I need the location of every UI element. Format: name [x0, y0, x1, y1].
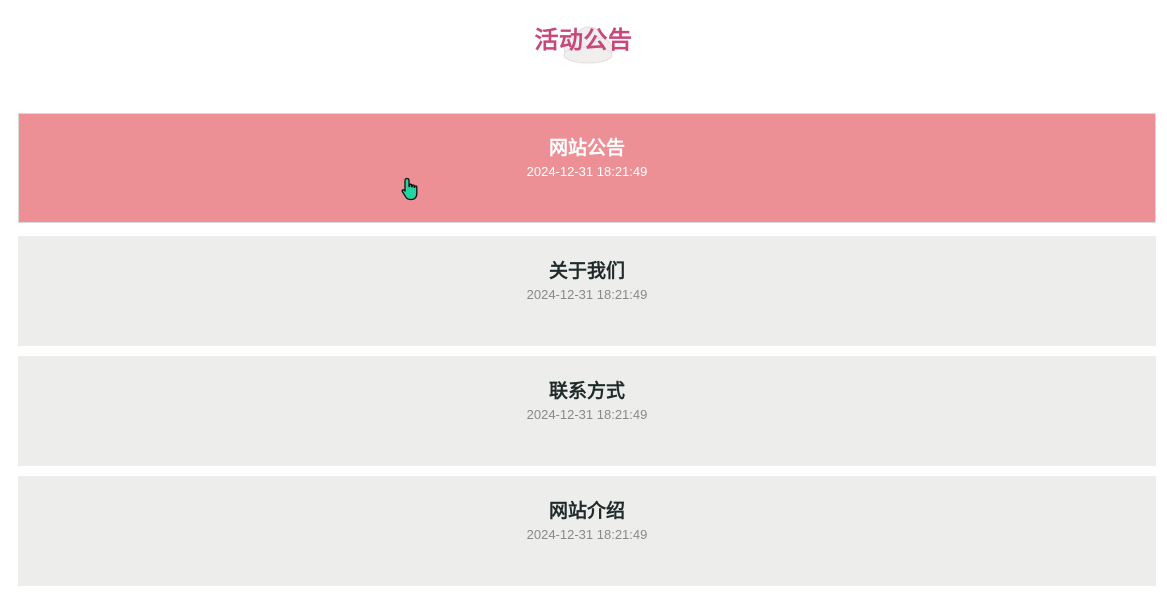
notice-item[interactable]: 网站介绍 2024-12-31 18:21:49 — [18, 476, 1156, 586]
notice-item[interactable]: 网站公告 2024-12-31 18:21:49 — [18, 113, 1156, 223]
page-header: 活动公告 — [0, 18, 1167, 68]
notice-title: 关于我们 — [548, 260, 625, 282]
notice-title: 联系方式 — [548, 380, 625, 402]
notice-item[interactable]: 关于我们 2024-12-31 18:21:49 — [18, 236, 1156, 346]
notice-date: 2024-12-31 18:21:49 — [526, 164, 648, 179]
page: 活动公告 网站公告 2024-12-31 18:21:49 关于我们 2024-… — [0, 0, 1167, 596]
notice-date: 2024-12-31 18:21:49 — [526, 527, 648, 542]
notice-date: 2024-12-31 18:21:49 — [526, 407, 648, 422]
notice-title: 网站公告 — [548, 137, 625, 159]
page-title: 活动公告 — [534, 26, 633, 54]
notice-item[interactable]: 联系方式 2024-12-31 18:21:49 — [18, 356, 1156, 466]
notice-list: 网站公告 2024-12-31 18:21:49 关于我们 2024-12-31… — [18, 113, 1156, 586]
notice-title: 网站介绍 — [548, 500, 625, 522]
notice-date: 2024-12-31 18:21:49 — [526, 287, 648, 302]
